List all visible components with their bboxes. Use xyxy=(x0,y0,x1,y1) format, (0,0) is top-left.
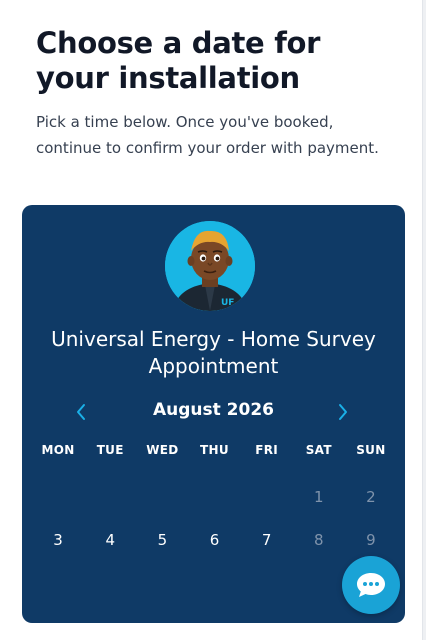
weekday-label: TUE xyxy=(96,443,124,457)
calendar-day-unavailable: 2 xyxy=(366,487,376,506)
calendar-day-empty xyxy=(136,475,188,518)
calendar-day-empty xyxy=(241,475,293,518)
chat-button[interactable] xyxy=(342,556,400,614)
calendar-day-empty xyxy=(188,475,240,518)
month-navigation: August 2026 xyxy=(22,397,405,427)
calendar-panel: UF Universal Energy - Home Survey Appoin… xyxy=(22,205,405,623)
weekday-label: MON xyxy=(41,443,75,457)
calendar-day-empty xyxy=(84,475,136,518)
chevron-right-icon xyxy=(339,404,347,420)
calendar-day[interactable]: 7 xyxy=(241,518,293,561)
calendar-day-unavailable: 8 xyxy=(314,530,324,549)
weekday-label: THU xyxy=(200,443,229,457)
calendar-day-empty xyxy=(32,475,84,518)
calendar-day[interactable]: 5 xyxy=(136,518,188,561)
calendar-day[interactable]: 3 xyxy=(32,518,84,561)
page-title: Choose a date for your installation xyxy=(36,26,321,95)
booking-card: Choose a date for your installation Pick… xyxy=(0,0,423,640)
calendar-day[interactable]: 4 xyxy=(84,518,136,561)
avatar-logo: UF xyxy=(221,298,234,308)
weekday-label: SUN xyxy=(356,443,386,457)
avatar-illustration: UF xyxy=(165,221,255,311)
weekday-label: FRI xyxy=(255,443,279,457)
next-month-button[interactable] xyxy=(328,397,358,427)
chat-bubble-icon xyxy=(357,573,385,597)
calendar-day-unavailable: 9 xyxy=(366,530,376,549)
calendar-day-unavailable: 1 xyxy=(314,487,324,506)
calendar-day[interactable]: 6 xyxy=(188,518,240,561)
weekday-label: WED xyxy=(146,443,179,457)
appointment-title: Universal Energy - Home Survey Appointme… xyxy=(51,327,376,378)
calendar-days-grid: 1 2 3 4 5 6 7 8 9 xyxy=(32,475,397,561)
page-subtitle: Pick a time below. Once you've booked, c… xyxy=(36,113,379,157)
weekday-header: MON TUE WED THU FRI SAT SUN xyxy=(32,443,397,463)
agent-avatar: UF xyxy=(165,221,255,311)
weekday-label: SAT xyxy=(305,443,332,457)
